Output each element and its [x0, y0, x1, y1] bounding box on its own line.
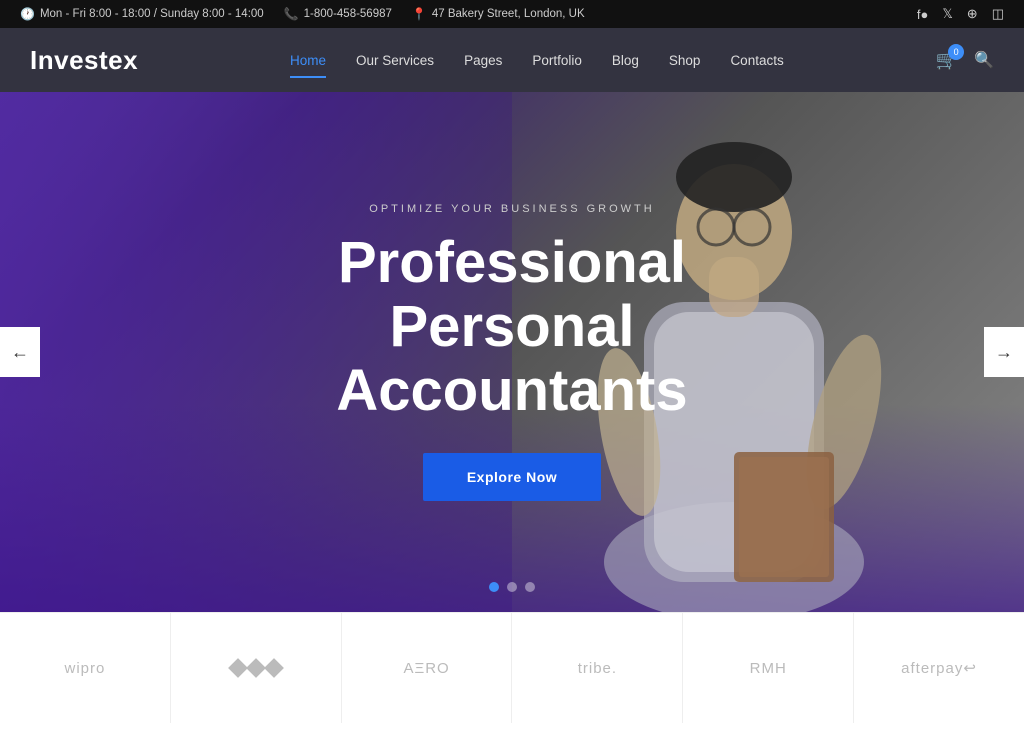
diamond-2	[246, 658, 266, 678]
nav-services[interactable]: Our Services	[344, 45, 446, 76]
social-links: f● 𝕏 ⊕ ◫	[917, 6, 1004, 22]
partner-wipro: wipro	[0, 613, 171, 723]
facebook-icon[interactable]: f●	[917, 7, 928, 22]
partners-section: wipro AΞRO tribe. RΜH afterpay↩	[0, 612, 1024, 723]
slider-dots	[489, 582, 535, 592]
partner-diamonds	[171, 613, 342, 723]
nav-blog[interactable]: Blog	[600, 45, 651, 76]
diamond-logo	[231, 661, 281, 675]
clock-icon: 🕐	[20, 7, 35, 21]
explore-button[interactable]: Explore Now	[423, 453, 601, 501]
afterpay-logo: afterpay↩	[901, 659, 977, 677]
hero-subtitle: OPTIMIZE YOUR BUSINESS GROWTH	[252, 203, 772, 215]
phone-icon: 📞	[284, 7, 299, 21]
diamond-1	[228, 658, 248, 678]
phone-item: 📞 1-800-458-56987	[284, 7, 392, 21]
tribe-logo: tribe.	[578, 660, 617, 677]
dot-3[interactable]	[525, 582, 535, 592]
header: Investex Home Our Services Pages Portfol…	[0, 28, 1024, 92]
next-arrow-icon: →	[995, 342, 1013, 363]
nav-contacts[interactable]: Contacts	[718, 45, 795, 76]
cart-badge: 0	[948, 44, 964, 60]
partner-afterpay: afterpay↩	[854, 613, 1024, 723]
dot-2[interactable]	[507, 582, 517, 592]
wipro-logo: wipro	[64, 660, 105, 677]
cart-button[interactable]: 🛒 0	[936, 50, 958, 71]
twitter-icon[interactable]: 𝕏	[942, 6, 952, 22]
hero-section: OPTIMIZE YOUR BUSINESS GROWTH Profession…	[0, 92, 1024, 612]
main-nav: Home Our Services Pages Portfolio Blog S…	[278, 45, 796, 76]
phone-text: 1-800-458-56987	[304, 8, 392, 20]
location-icon: 📍	[412, 7, 427, 21]
instagram-icon[interactable]: ◫	[992, 6, 1004, 22]
nav-pages[interactable]: Pages	[452, 45, 514, 76]
header-actions: 🛒 0 🔍	[936, 50, 994, 71]
rmh-logo: RΜH	[750, 660, 787, 677]
nav-portfolio[interactable]: Portfolio	[520, 45, 594, 76]
nav-shop[interactable]: Shop	[657, 45, 713, 76]
partner-tribe: tribe.	[512, 613, 683, 723]
diamond-3	[264, 658, 284, 678]
top-bar-left: 🕐 Mon - Fri 8:00 - 18:00 / Sunday 8:00 -…	[20, 7, 585, 21]
address-text: 47 Bakery Street, London, UK	[432, 8, 585, 20]
hero-content: OPTIMIZE YOUR BUSINESS GROWTH Profession…	[212, 203, 812, 500]
hours-text: Mon - Fri 8:00 - 18:00 / Sunday 8:00 - 1…	[40, 8, 264, 20]
next-arrow[interactable]: →	[984, 327, 1024, 377]
address-item: 📍 47 Bakery Street, London, UK	[412, 7, 585, 21]
top-bar: 🕐 Mon - Fri 8:00 - 18:00 / Sunday 8:00 -…	[0, 0, 1024, 28]
partner-aero: AΞRO	[342, 613, 513, 723]
prev-arrow[interactable]: ←	[0, 327, 40, 377]
hero-title-line2: Accountants	[336, 358, 687, 423]
hero-title-line1: Professional Personal	[338, 230, 686, 359]
dot-1[interactable]	[489, 582, 499, 592]
nav-home[interactable]: Home	[278, 45, 338, 76]
partner-rmh: RΜH	[683, 613, 854, 723]
prev-arrow-icon: ←	[11, 342, 29, 363]
aero-logo: AΞRO	[403, 660, 449, 677]
search-button[interactable]: 🔍	[974, 50, 994, 70]
hero-title: Professional Personal Accountants	[252, 231, 772, 422]
globe-icon[interactable]: ⊕	[967, 6, 978, 22]
hours-item: 🕐 Mon - Fri 8:00 - 18:00 / Sunday 8:00 -…	[20, 7, 264, 21]
logo[interactable]: Investex	[30, 45, 138, 76]
